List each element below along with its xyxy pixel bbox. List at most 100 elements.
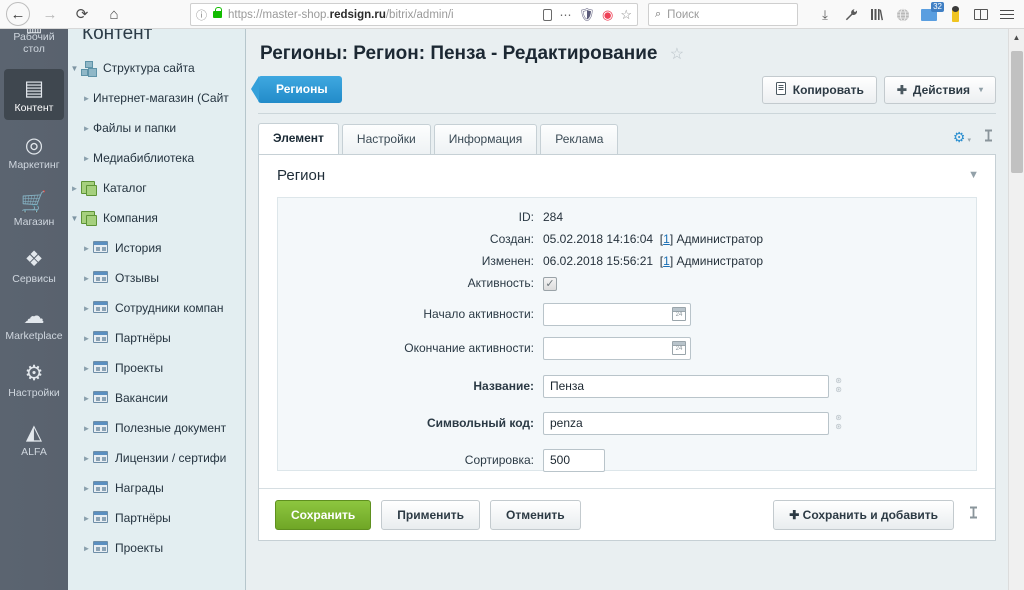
tree-expand-icon[interactable]: ► bbox=[80, 454, 93, 463]
tree-expand-icon[interactable]: ► bbox=[80, 394, 93, 403]
language-toggle-icon[interactable]: ⊛ ⊛ bbox=[835, 413, 842, 431]
address-bar[interactable]: ⓘ https://master-shop.redsign.ru/bitrix/… bbox=[190, 3, 638, 26]
tree-item[interactable]: ► Проекты bbox=[68, 353, 245, 383]
layers-icon: ❖ bbox=[24, 248, 44, 271]
tree-expand-icon[interactable]: ► bbox=[80, 544, 93, 553]
menu-icon[interactable] bbox=[994, 2, 1020, 28]
tree-item[interactable]: ► Отзывы bbox=[68, 263, 245, 293]
name-input[interactable] bbox=[543, 374, 829, 398]
tree-expand-icon[interactable]: ► bbox=[80, 154, 93, 163]
tree-item[interactable]: ► Награды bbox=[68, 473, 245, 503]
tree-item[interactable]: ► Каталог bbox=[68, 173, 245, 203]
breadcrumb-chip-regions[interactable]: Регионы bbox=[251, 76, 342, 103]
tree-expand-icon[interactable]: ► bbox=[80, 274, 93, 283]
tree-item[interactable]: ► Полезные документ bbox=[68, 413, 245, 443]
home-icon[interactable]: ⌂ bbox=[99, 1, 129, 27]
sidebar-icon[interactable] bbox=[968, 2, 994, 28]
tree-item[interactable]: ► Интернет-магазин (Сайт bbox=[68, 83, 245, 113]
scroll-up-icon[interactable]: ▲ bbox=[1009, 29, 1024, 45]
wrench-icon[interactable] bbox=[838, 2, 864, 28]
cancel-button[interactable]: Отменить bbox=[490, 499, 581, 530]
tree-item[interactable]: ► История bbox=[68, 233, 245, 263]
rail-item-desktop[interactable]: ▥ Рабочий стол bbox=[0, 29, 68, 61]
tree-collapse-icon[interactable]: ▼ bbox=[68, 64, 81, 73]
active-from-input[interactable] bbox=[543, 302, 691, 326]
section-icon bbox=[93, 361, 110, 375]
reader-mode-icon[interactable] bbox=[543, 8, 553, 21]
value-created: 05.02.2018 14:16:04 [1] Администратор bbox=[543, 232, 764, 246]
tree-expand-icon[interactable]: ► bbox=[80, 484, 93, 493]
mail-icon[interactable] bbox=[916, 1, 945, 28]
tree-expand-icon[interactable]: ► bbox=[80, 244, 93, 253]
tree-item[interactable]: ► Файлы и папки bbox=[68, 113, 245, 143]
rail-item-settings[interactable]: ⚙ Настройки bbox=[0, 354, 68, 405]
modified-user-link[interactable]: 1 bbox=[663, 254, 670, 268]
rail-item-content[interactable]: ▤ Контент bbox=[4, 69, 64, 120]
favorite-star-icon[interactable]: ☆ bbox=[670, 46, 684, 63]
tree-item[interactable]: ► Сотрудники компан bbox=[68, 293, 245, 323]
code-input[interactable] bbox=[543, 411, 829, 435]
tree-expand-icon[interactable]: ► bbox=[80, 424, 93, 433]
tree-expand-icon[interactable]: ► bbox=[80, 94, 93, 103]
library-icon[interactable] bbox=[864, 2, 890, 28]
created-user-link[interactable]: 1 bbox=[663, 232, 670, 246]
tree-collapse-icon[interactable]: ▼ bbox=[68, 214, 81, 223]
downloads-icon[interactable]: ⤓ bbox=[812, 2, 838, 28]
tree-item[interactable]: ► Партнёры bbox=[68, 323, 245, 353]
sort-input[interactable] bbox=[543, 448, 605, 472]
forward-icon[interactable]: → bbox=[35, 1, 65, 27]
tree-expand-icon[interactable]: ► bbox=[80, 364, 93, 373]
scrollbar-thumb[interactable] bbox=[1011, 51, 1023, 173]
collapse-caret-icon[interactable]: ▼ bbox=[968, 169, 979, 181]
page-scrollbar[interactable]: ▲ bbox=[1008, 29, 1024, 590]
save-button[interactable]: Сохранить bbox=[275, 499, 372, 530]
form-footer: Сохранить Применить Отменить ✚ Сохранить… bbox=[259, 488, 995, 540]
overflow-dots-icon[interactable]: ⋯ bbox=[559, 9, 571, 21]
tree-item[interactable]: ▼ Структура сайта bbox=[68, 53, 245, 83]
back-icon[interactable]: ← bbox=[6, 2, 30, 26]
copy-button[interactable]: Копировать bbox=[761, 76, 877, 104]
rail-item-marketing[interactable]: ◎ Маркетинг bbox=[0, 126, 68, 177]
globe-icon[interactable] bbox=[890, 2, 916, 28]
tab-information[interactable]: Информация bbox=[433, 124, 538, 154]
pin-icon[interactable] bbox=[983, 129, 994, 147]
pocket-icon[interactable]: ◉ bbox=[602, 8, 613, 21]
save-and-add-button[interactable]: ✚ Сохранить и добавить bbox=[773, 499, 954, 530]
rail-item-shop[interactable]: 🛒 Магазин bbox=[0, 183, 68, 234]
search-bar[interactable]: ⌕ Поиск bbox=[648, 3, 798, 26]
active-to-input[interactable] bbox=[543, 336, 691, 360]
tree-item[interactable]: ► Проекты bbox=[68, 533, 245, 563]
reload-icon[interactable]: ⟳ bbox=[67, 1, 97, 27]
tree-item[interactable]: ► Партнёры bbox=[68, 503, 245, 533]
apply-button[interactable]: Применить bbox=[381, 499, 481, 530]
tab-element[interactable]: Элемент bbox=[258, 123, 339, 154]
calendar-icon[interactable] bbox=[672, 306, 686, 321]
rail-item-services[interactable]: ❖ Сервисы bbox=[0, 240, 68, 291]
tab-advertising[interactable]: Реклама bbox=[540, 124, 619, 154]
person-icon[interactable] bbox=[942, 2, 968, 28]
copy-icon bbox=[775, 82, 787, 98]
active-checkbox[interactable]: ✓ bbox=[543, 276, 557, 291]
bookmark-star-icon[interactable]: ☆ bbox=[620, 8, 632, 21]
rail-item-alfa[interactable]: ◭ ALFA bbox=[0, 413, 68, 464]
tree-expand-icon[interactable]: ► bbox=[80, 304, 93, 313]
tree-expand-icon[interactable]: ► bbox=[80, 514, 93, 523]
tree-expand-icon[interactable]: ► bbox=[68, 184, 81, 193]
tree-expand-icon[interactable]: ► bbox=[80, 334, 93, 343]
actions-button[interactable]: ✚ Действия ▾ bbox=[883, 76, 996, 104]
rail-item-marketplace[interactable]: ☁ Marketplace bbox=[0, 297, 68, 348]
calendar-icon[interactable] bbox=[672, 340, 686, 355]
tab-settings[interactable]: Настройки bbox=[341, 124, 431, 154]
tree-item[interactable]: ▼ Компания bbox=[68, 203, 245, 233]
shield-icon[interactable]: 🛡 bbox=[578, 8, 595, 21]
address-bar-icons: ⋯ 🛡 ◉ ☆ bbox=[543, 8, 632, 21]
page-info-icon[interactable]: ⓘ bbox=[196, 7, 207, 23]
tree-item[interactable]: ► Лицензии / сертифи bbox=[68, 443, 245, 473]
tree-item[interactable]: ► Вакансии bbox=[68, 383, 245, 413]
section-icon bbox=[93, 331, 110, 345]
pin-icon[interactable] bbox=[968, 506, 979, 524]
tree-expand-icon[interactable]: ► bbox=[80, 124, 93, 133]
language-toggle-icon[interactable]: ⊛ ⊛ bbox=[835, 376, 842, 394]
tree-item[interactable]: ► Медиабиблиотека bbox=[68, 143, 245, 173]
tab-settings-gear[interactable]: ⚙ ▾ bbox=[953, 129, 971, 147]
